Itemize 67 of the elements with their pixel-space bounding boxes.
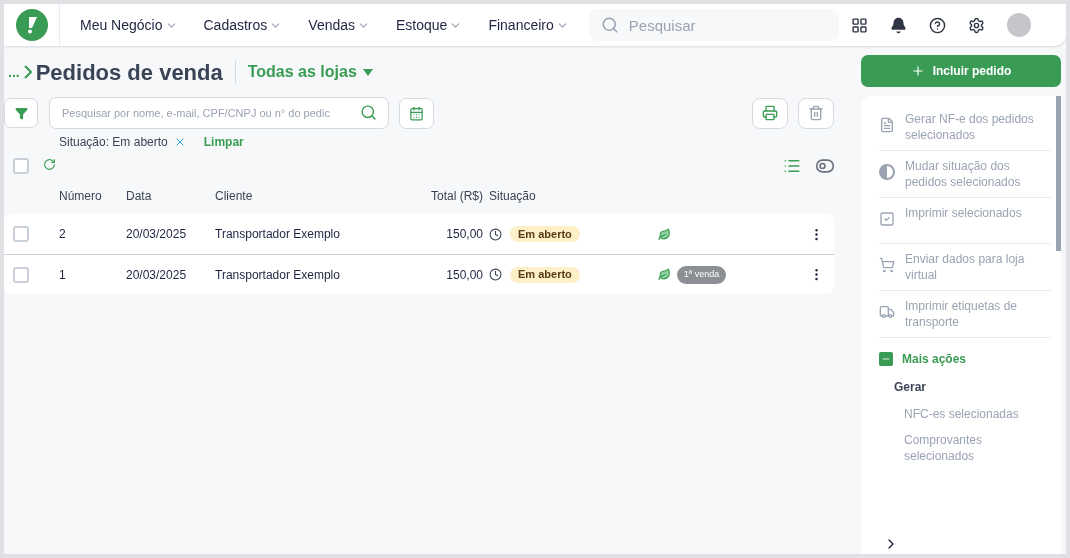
nav-menu[interactable]: Vendas	[308, 14, 371, 36]
print-button[interactable]	[752, 97, 788, 129]
page-title: Pedidos de venda	[35, 58, 223, 87]
table-cell-text: 150,00	[445, 226, 483, 243]
checkbox[interactable]	[13, 158, 29, 174]
delete-button[interactable]	[798, 97, 834, 129]
table-cell-text: Transportador Exemplo	[215, 226, 341, 243]
refresh-icon[interactable]	[43, 157, 56, 171]
trash-icon	[808, 105, 824, 121]
table-cell-text: 20/03/2025	[126, 266, 188, 284]
table-row[interactable]: 1 20/03/2025 Transportador Exemplo 150,00 Em aberto 1ª venda	[4, 254, 834, 294]
clear-filters-link[interactable]: Limpar	[203, 133, 244, 151]
checkbox[interactable]	[13, 266, 29, 283]
calendar-icon	[409, 105, 424, 121]
table-cell-text: 20/03/2025	[126, 226, 188, 243]
search-field[interactable]: Pesquisar	[588, 9, 839, 41]
breadcrumb-link[interactable]: ...	[8, 61, 20, 83]
table-cell-text: Transportador Exemplo	[215, 266, 341, 284]
nav-menu[interactable]: Financeiro	[488, 14, 569, 36]
search-field[interactable]: Pesquisar por nome, e-mail, CPF/CNPJ ou n° do pedic	[49, 97, 389, 129]
filter-button[interactable]	[4, 98, 38, 128]
column-header: Número	[59, 188, 103, 205]
half-circle-icon	[879, 164, 895, 180]
chevron-right-icon	[23, 65, 32, 79]
more-actions-toggle[interactable]: Mais ações	[879, 350, 1051, 368]
status-badge: Em aberto	[510, 266, 580, 283]
leaf-icon	[657, 268, 671, 281]
help-icon[interactable]	[928, 16, 946, 34]
clock-icon	[489, 268, 502, 281]
nav-menu[interactable]: Cadastros	[203, 14, 283, 36]
toggle-icon[interactable]	[815, 156, 835, 176]
table-cell-text: 150,00	[445, 266, 483, 284]
status-badge: Em aberto	[510, 226, 580, 242]
search-icon	[600, 16, 619, 34]
group-heading: Gerar	[894, 379, 928, 396]
apps-icon[interactable]	[850, 16, 868, 34]
printer-icon	[762, 105, 778, 121]
filter-icon	[14, 106, 28, 120]
leaf-icon	[657, 227, 671, 241]
table-row[interactable]: 2 20/03/2025 Transportador Exemplo 150,00 Em aberto	[4, 214, 834, 254]
table-cell-text: 2	[59, 226, 67, 243]
filter-chip-label: Situação: Em aberto	[59, 134, 168, 151]
cart-icon	[879, 257, 895, 273]
column-header: Cliente	[215, 188, 254, 205]
scrollbar[interactable]	[1056, 96, 1061, 251]
column-header: Total (R$)	[430, 188, 483, 205]
checkbox-icon	[879, 211, 895, 227]
add-order-button[interactable]: Incluir pedido	[861, 55, 1061, 87]
nav-menu[interactable]: Estoque	[396, 14, 463, 36]
column-header: Situação	[489, 188, 536, 205]
checkbox[interactable]	[13, 226, 29, 242]
plus-icon	[910, 64, 925, 78]
document-icon	[879, 117, 895, 133]
logo-icon[interactable]	[15, 9, 48, 41]
settings-icon[interactable]	[967, 16, 985, 34]
calendar-button[interactable]	[399, 97, 434, 129]
clock-icon	[489, 227, 502, 241]
column-header: Data	[126, 188, 153, 205]
store-dropdown[interactable]: Todas as lojas	[247, 60, 373, 84]
truck-icon	[879, 304, 895, 320]
tag-badge: 1ª venda	[676, 265, 727, 284]
caret-icon	[362, 68, 373, 76]
search-icon	[360, 104, 377, 121]
nav-menu[interactable]: Meu Negócio	[80, 14, 178, 36]
list-view-icon[interactable]	[783, 157, 801, 175]
notification-icon[interactable]	[889, 16, 907, 34]
table-cell-text: 1	[59, 266, 67, 284]
